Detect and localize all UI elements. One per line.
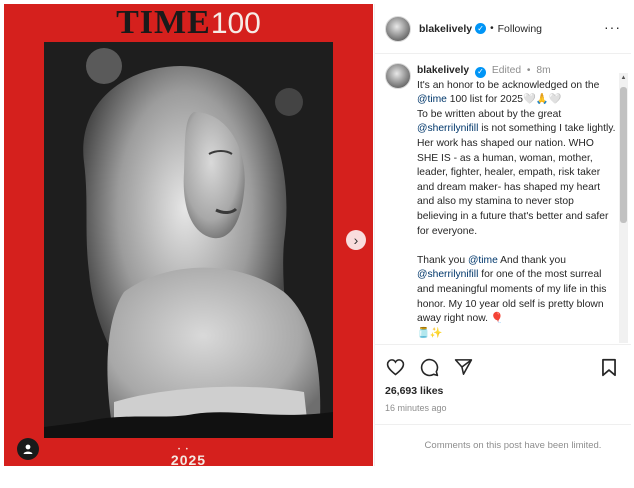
header-username[interactable]: blakelively [419, 23, 472, 35]
like-button[interactable] [385, 357, 405, 377]
caption-scrollbar[interactable]: ▲ ▼ [619, 73, 628, 343]
caption-line: And thank you [497, 254, 566, 266]
caption-line: 100 list for 2025🤍🙏🤍 [446, 94, 562, 106]
avatar[interactable] [385, 15, 411, 42]
instagram-post-modal: TIME100 • • 2025 › blakelively ✓ • Follo… [0, 0, 634, 488]
mention-link[interactable]: @time [468, 255, 498, 266]
post-side-panel: blakelively ✓ • Following ··· blakelivel… [374, 4, 631, 466]
edited-label: Edited [491, 65, 522, 76]
verified-icon: ✓ [475, 23, 487, 34]
post-actions: 26,693 likes 16 minutes ago [375, 344, 631, 424]
chevron-right-icon: › [353, 232, 359, 248]
portrait-illustration [44, 42, 333, 438]
caption-dot: • [526, 65, 531, 76]
caption-username[interactable]: blakelively [417, 65, 469, 76]
mention-link[interactable]: @time [417, 94, 447, 105]
post-timestamp[interactable]: 16 minutes ago [385, 403, 447, 413]
caption-avatar[interactable] [385, 63, 411, 89]
mention-link[interactable]: @sherrilynifill [417, 269, 478, 280]
post-header: blakelively ✓ • Following ··· [375, 4, 631, 54]
verified-icon: ✓ [474, 66, 486, 78]
more-options-icon[interactable]: ··· [604, 20, 621, 34]
caption-text: blakelively ✓ Edited • 8m It's an honor … [417, 64, 617, 341]
caption-line: It's an honor to be acknowledged on the [417, 79, 600, 91]
share-icon [454, 359, 472, 375]
caption-time: 8m [536, 65, 551, 76]
following-button[interactable]: Following [498, 23, 542, 35]
user-tag-icon [23, 444, 33, 454]
mention-link[interactable]: @sherrilynifill [417, 123, 478, 134]
magazine-number: 100 [210, 7, 261, 40]
comments-limited-text: Comments on this post have been limited. [424, 440, 602, 451]
next-slide-button[interactable]: › [346, 230, 366, 250]
save-button[interactable] [599, 357, 619, 377]
heart-icon [386, 359, 404, 376]
caption-line: is not something I take lightly. Her wor… [417, 123, 616, 237]
caption-line: To be written about by the great [417, 108, 562, 120]
share-button[interactable] [453, 357, 473, 377]
caption-line: 🫙✨ [417, 327, 443, 339]
comment-button[interactable] [419, 357, 439, 377]
tagged-users-button[interactable] [17, 438, 39, 460]
scroll-up-arrow-icon[interactable]: ▲ [619, 73, 628, 83]
header-separator: • [490, 23, 494, 34]
likes-count[interactable]: 26,693 likes [385, 385, 443, 397]
bookmark-icon [602, 358, 616, 376]
action-icons [385, 357, 473, 377]
comments-limited-notice: Comments on this post have been limited. [375, 424, 631, 466]
magazine-year: 2025 [170, 452, 207, 466]
caption-line: Thank you [417, 254, 468, 266]
portrait-photo [44, 42, 333, 438]
magazine-title: TIME100 [116, 4, 261, 41]
scrollbar-thumb[interactable] [620, 87, 627, 223]
caption-section: blakelively ✓ Edited • 8m It's an honor … [375, 55, 631, 343]
post-media[interactable]: TIME100 • • 2025 › [4, 4, 373, 466]
comment-icon [420, 358, 438, 376]
